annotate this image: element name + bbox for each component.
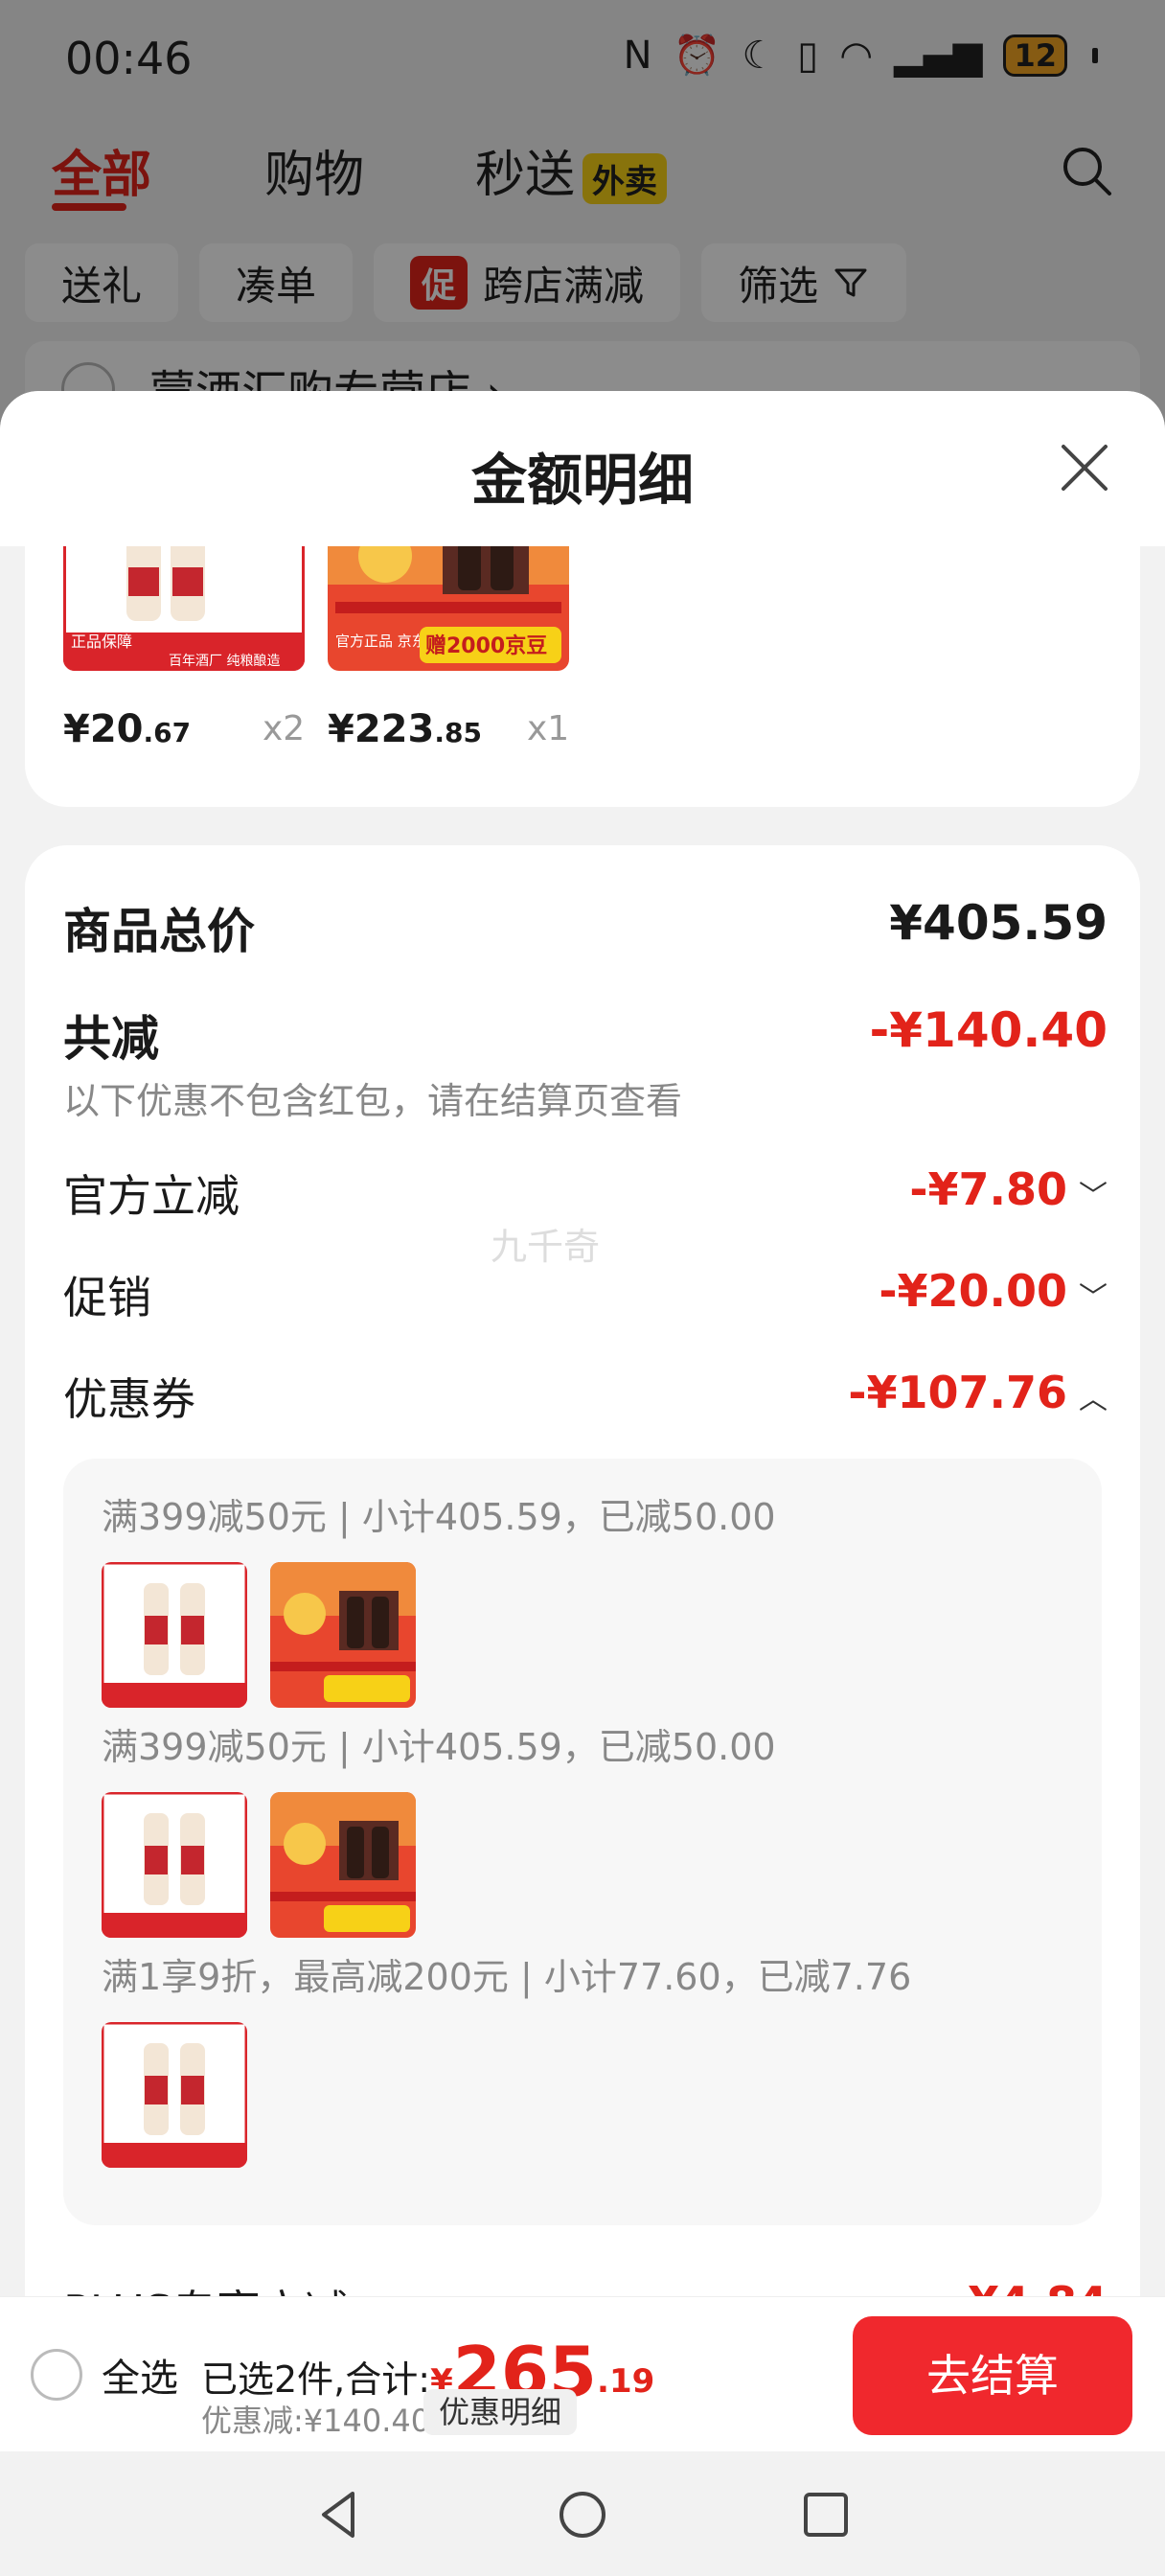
- coupon-thumbs: [102, 1562, 416, 1708]
- coupon-detail-box: 满399减50元 | 小计405.59，已减50.00 满399减50元 | 小…: [63, 1459, 1102, 2225]
- coupon-line: 满399减50元 | 小计405.59，已减50.00: [102, 1726, 776, 1768]
- coupon-value: -¥107.76: [848, 1367, 1067, 1418]
- total-price-label: 商品总价: [63, 904, 255, 959]
- thumb-gift-box[interactable]: [270, 1792, 416, 1938]
- selected-prefix: 已选2件,合计:: [201, 2358, 431, 2401]
- system-nav-bar: [0, 2451, 1165, 2576]
- sheet-header: 金额明细: [0, 391, 1165, 546]
- chevron-down-icon: ﹀: [1079, 1280, 1108, 1315]
- promo-value: -¥20.00: [879, 1265, 1067, 1317]
- product-tag: 赠2000京豆: [425, 633, 547, 658]
- checkout-bar: 全选 已选2件,合计:¥265.19 优惠减:¥140.40 优惠明细 去结算: [0, 2296, 1165, 2451]
- discount-note: 以下优惠不包含红包，请在结算页查看: [63, 1080, 683, 1122]
- product-qty: x1: [527, 709, 570, 748]
- thumb-liquor[interactable]: [102, 2022, 247, 2168]
- coupon-line: 满1享9折，最高减200元 | 小计77.60，已减7.76: [102, 1956, 912, 1998]
- back-icon[interactable]: [310, 2486, 368, 2543]
- reduced-value: -¥140.40: [869, 1002, 1108, 1058]
- thumb-liquor[interactable]: [102, 1792, 247, 1938]
- product-price-dec: .67: [143, 717, 192, 748]
- product-tag: 百年酒厂 纯粮酿造: [169, 654, 280, 669]
- chevron-up-icon: ︿: [1079, 1382, 1108, 1416]
- thumb-gift-box[interactable]: [270, 1562, 416, 1708]
- coupon-row[interactable]: -¥107.76 ︿: [848, 1367, 1108, 1418]
- checkout-button[interactable]: 去结算: [853, 2316, 1132, 2435]
- coupon-thumbs: [102, 1792, 416, 1938]
- promo-label: 促销: [63, 1272, 151, 1323]
- total-dec: .19: [597, 2362, 655, 2401]
- select-all-radio[interactable]: [31, 2349, 82, 2401]
- recents-icon[interactable]: [797, 2486, 855, 2543]
- sheet-title: 金额明细: [470, 448, 694, 513]
- product-qty: x2: [263, 709, 306, 748]
- coupon-line: 满399减50元 | 小计405.59，已减50.00: [102, 1496, 776, 1538]
- product-tag: 正品保障: [71, 632, 132, 651]
- product-price-int: ¥20: [63, 707, 144, 751]
- select-all-label[interactable]: 全选: [102, 2347, 178, 2403]
- close-icon[interactable]: [1056, 439, 1113, 496]
- product-price: ¥223.85: [328, 707, 482, 751]
- home-icon[interactable]: [554, 2486, 611, 2543]
- product-price-int: ¥223: [328, 707, 435, 751]
- coupon-label: 优惠券: [63, 1373, 195, 1425]
- product-image-liquor[interactable]: 正品保障 百年酒厂 纯粮酿造: [63, 546, 305, 671]
- discount-detail-button[interactable]: 优惠明细: [423, 2389, 578, 2435]
- promo-row[interactable]: -¥20.00 ﹀: [879, 1265, 1108, 1317]
- total-price-value: ¥405.59: [889, 895, 1108, 951]
- product-price-dec: .85: [434, 717, 482, 748]
- thumb-liquor[interactable]: [102, 1562, 247, 1708]
- product-price: ¥20.67: [63, 707, 191, 751]
- official-discount-value: -¥7.80: [909, 1163, 1067, 1215]
- watermark-text: 九千奇: [491, 1226, 601, 1268]
- official-discount-row[interactable]: -¥7.80 ﹀: [909, 1163, 1108, 1215]
- product-image-gift-box[interactable]: 官方正品 京东物流 赠2000京豆: [328, 546, 569, 671]
- coupon-thumbs: [102, 2022, 247, 2168]
- official-discount-label: 官方立减: [63, 1170, 240, 1222]
- discount-text: 优惠减:¥140.40: [201, 2403, 431, 2439]
- chevron-down-icon: ﹀: [1079, 1179, 1108, 1213]
- products-card: 正品保障 百年酒厂 纯粮酿造 ¥20.67 x2 官方正品 京东物流 赠2000…: [25, 546, 1140, 807]
- amount-detail-sheet: 金额明细 正品保障 百年酒厂 纯粮酿造 ¥20.67 x2 官方正品 京东物流 …: [0, 391, 1165, 2576]
- reduced-label: 共减: [63, 1011, 159, 1067]
